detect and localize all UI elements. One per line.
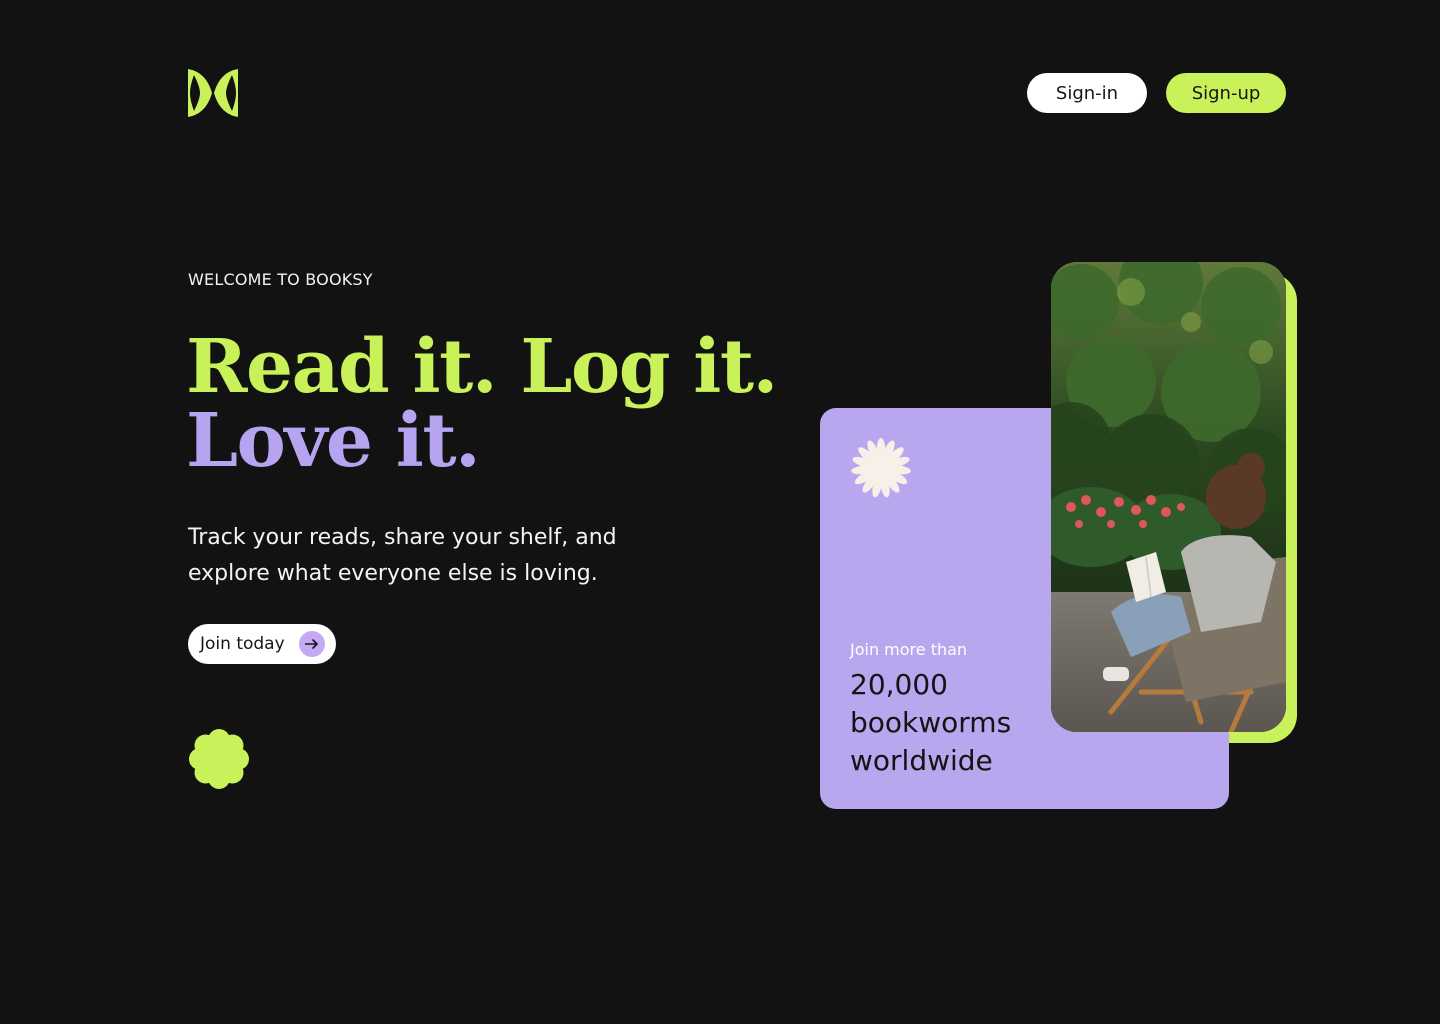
hero-headline: Read it. Log it. Love it. [186, 324, 778, 484]
join-today-label: Join today [200, 634, 285, 654]
headline-line-2: Love it. [186, 398, 481, 484]
daisy-icon [850, 437, 912, 499]
headline-line-1: Read it. Log it. [186, 324, 778, 410]
stat-pre-text: Join more than [850, 640, 968, 659]
lime-flower-icon [188, 728, 250, 790]
reader-in-deck-chair-photo [1051, 262, 1286, 732]
sign-up-button[interactable]: Sign-up [1166, 73, 1286, 113]
auth-buttons: Sign-in Sign-up [1027, 73, 1286, 113]
landing-page: Sign-in Sign-up WELCOME TO BOOKSY Read i… [0, 0, 1440, 1024]
hero-eyebrow: WELCOME TO BOOKSY [188, 270, 373, 289]
stat-headline: 20,000 bookworms worldwide [850, 668, 1012, 777]
arrow-right-icon [299, 631, 325, 657]
hero-subcopy: Track your reads, share your shelf, and … [188, 525, 617, 586]
join-today-button[interactable]: Join today [188, 624, 336, 664]
sign-in-button[interactable]: Sign-in [1027, 73, 1147, 113]
booksy-logo[interactable] [188, 69, 238, 117]
